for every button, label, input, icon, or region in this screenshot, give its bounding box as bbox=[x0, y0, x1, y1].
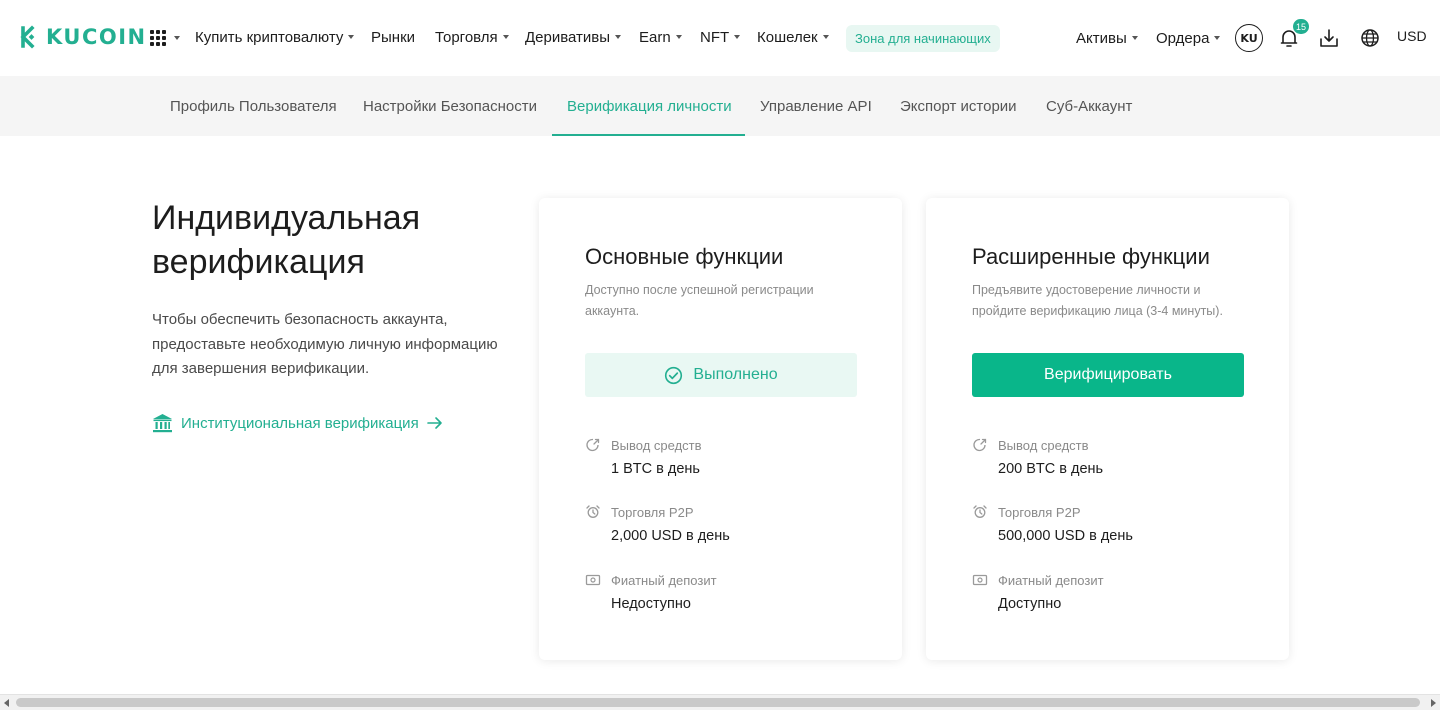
chevron-down-icon bbox=[348, 35, 355, 39]
currency-selector[interactable]: USD bbox=[1397, 28, 1427, 44]
grid-icon bbox=[150, 30, 166, 46]
card-description: Предъявите удостоверение личности и прой… bbox=[972, 283, 1223, 318]
account-tabs: Профиль Пользователя Настройки Безопасно… bbox=[0, 76, 1440, 136]
chevron-down-icon bbox=[1214, 36, 1221, 40]
globe-icon[interactable] bbox=[1359, 27, 1381, 49]
download-icon[interactable] bbox=[1318, 27, 1340, 49]
tab-export-history[interactable]: Экспорт истории bbox=[900, 76, 1017, 136]
menu-nft[interactable]: NFT bbox=[700, 26, 757, 48]
page-title: Индивидуальная верификация bbox=[152, 199, 421, 281]
chevron-down-icon bbox=[675, 35, 682, 39]
bank-icon bbox=[153, 414, 172, 433]
scroll-right-icon[interactable] bbox=[1431, 699, 1436, 707]
chevron-down-icon bbox=[822, 35, 829, 39]
scrollbar-thumb[interactable] bbox=[16, 698, 1420, 707]
horizontal-scrollbar[interactable] bbox=[0, 694, 1440, 710]
institutional-verification-link[interactable]: Институциональная верификация bbox=[152, 413, 443, 433]
assets-menu[interactable]: Активы bbox=[1076, 26, 1138, 50]
verify-button[interactable]: Верифицировать bbox=[972, 353, 1244, 397]
feature-p2p: Торговля P2P 500,000 USD в день bbox=[972, 503, 1252, 544]
chevron-down-icon bbox=[615, 35, 622, 39]
card-description: Доступно после успешной регистрации акка… bbox=[585, 283, 814, 318]
menu-derivatives[interactable]: Деривативы bbox=[525, 26, 639, 48]
kucoin-logo-icon bbox=[20, 25, 35, 49]
feature-withdrawal: Вывод средств 1 BTC в день bbox=[585, 436, 865, 477]
withdraw-icon bbox=[586, 438, 600, 452]
tab-sub-account[interactable]: Суб-Аккаунт bbox=[1046, 76, 1132, 136]
page-description: Чтобы обеспечить безопасность аккаунта, … bbox=[152, 311, 498, 377]
active-tab-indicator bbox=[552, 134, 745, 136]
beginner-zone-button[interactable]: Зона для начинающих bbox=[846, 25, 1000, 52]
tab-api-management[interactable]: Управление API bbox=[760, 76, 872, 136]
menu-trade[interactable]: Торговля bbox=[435, 26, 525, 48]
scroll-left-icon[interactable] bbox=[4, 699, 9, 707]
kucoin-logo[interactable]: KUCOIN bbox=[14, 24, 147, 50]
chevron-down-icon bbox=[174, 36, 180, 40]
menu-wallet[interactable]: Кошелек bbox=[757, 26, 845, 48]
avatar[interactable]: KU bbox=[1235, 24, 1263, 52]
tab-security-settings[interactable]: Настройки Безопасности bbox=[363, 76, 537, 136]
advanced-features-card: Расширенные функции Предъявите удостовер… bbox=[926, 198, 1289, 660]
tab-identity-verification[interactable]: Верификация личности bbox=[567, 76, 732, 136]
p2p-icon bbox=[973, 505, 987, 518]
tab-user-profile[interactable]: Профиль Пользователя bbox=[170, 76, 337, 136]
menu-markets[interactable]: Рынки bbox=[371, 26, 435, 48]
feature-p2p: Торговля P2P 2,000 USD в день bbox=[585, 503, 865, 544]
completed-status: Выполнено bbox=[585, 353, 857, 397]
arrow-right-icon bbox=[426, 417, 442, 429]
chevron-down-icon bbox=[734, 35, 741, 39]
apps-menu-button[interactable] bbox=[150, 30, 180, 46]
feature-fiat-deposit: Фиатный депозит Недоступно bbox=[585, 571, 865, 612]
feature-withdrawal: Вывод средств 200 BTC в день bbox=[972, 436, 1252, 477]
basic-features-card: Основные функции Доступно после успешной… bbox=[539, 198, 902, 660]
check-circle-icon bbox=[665, 366, 683, 384]
main-menu: Купить криптовалюту Рынки Торговля Дерив… bbox=[195, 26, 845, 48]
notifications-badge: 15 bbox=[1292, 18, 1311, 35]
menu-earn[interactable]: Earn bbox=[639, 26, 700, 48]
fiat-deposit-icon bbox=[972, 574, 988, 586]
withdraw-icon bbox=[973, 438, 987, 452]
chevron-down-icon bbox=[502, 35, 509, 39]
card-title: Расширенные функции bbox=[972, 244, 1210, 269]
orders-menu[interactable]: Ордера bbox=[1156, 26, 1221, 50]
feature-fiat-deposit: Фиатный депозит Доступно bbox=[972, 571, 1252, 612]
card-title: Основные функции bbox=[585, 244, 784, 269]
p2p-icon bbox=[586, 505, 600, 518]
brand-name: KUCOIN bbox=[46, 25, 147, 49]
top-navigation: KUCOIN Купить криптовалюту Рынки Торговл… bbox=[0, 0, 1440, 76]
fiat-deposit-icon bbox=[585, 574, 601, 586]
menu-buy-crypto[interactable]: Купить криптовалюту bbox=[195, 26, 371, 48]
chevron-down-icon bbox=[1131, 36, 1138, 40]
